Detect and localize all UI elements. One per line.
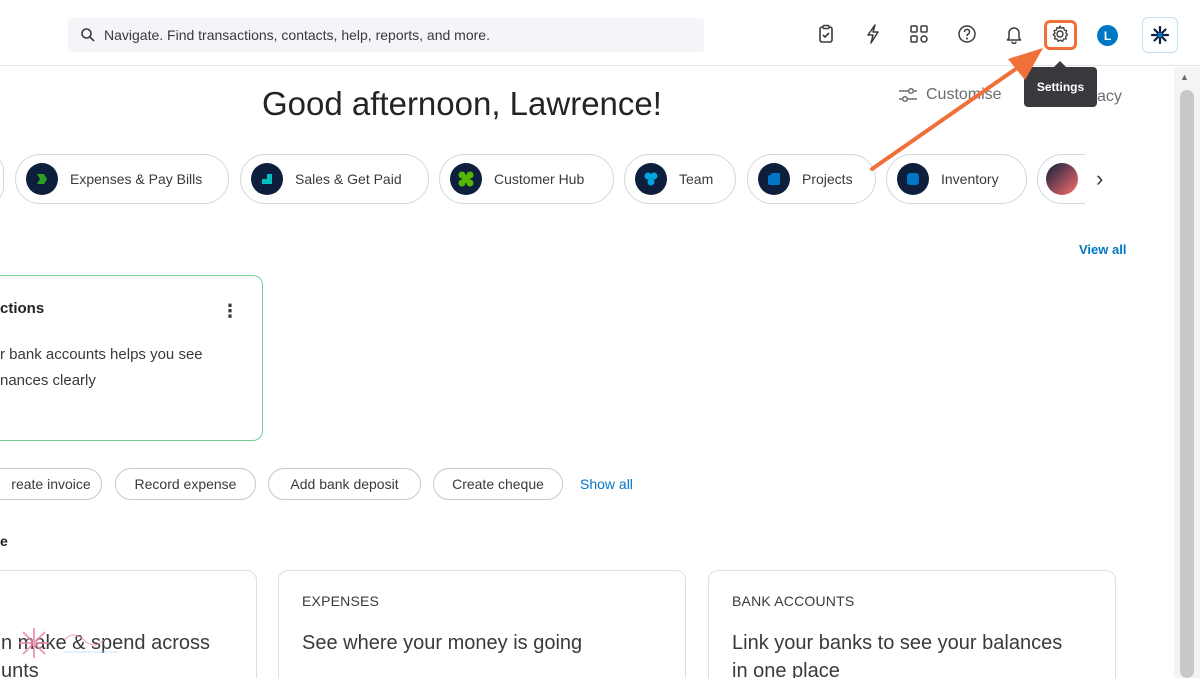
task-card-description: r bank accounts helps you see nances cle… bbox=[0, 342, 240, 394]
avatar-initial: L bbox=[1103, 28, 1112, 43]
task-card-title: ctions bbox=[0, 300, 45, 317]
sparkle-icon bbox=[1150, 25, 1170, 45]
privacy-toggle-label[interactable]: acy bbox=[1097, 88, 1122, 106]
chip-label: Customer Hub bbox=[494, 171, 585, 187]
shortcut-label: reate invoice bbox=[11, 476, 91, 492]
insight-card-expenses[interactable]: EXPENSES See where your money is going bbox=[278, 570, 686, 678]
projects-app-icon bbox=[758, 163, 790, 195]
customer-hub-app-icon bbox=[450, 163, 482, 195]
shortcut-label: Add bank deposit bbox=[290, 476, 399, 492]
scrollbar-thumb[interactable] bbox=[1180, 90, 1194, 678]
card-label: BANK ACCOUNTS bbox=[732, 593, 855, 609]
bell-icon[interactable] bbox=[1003, 23, 1025, 45]
chip-expenses[interactable]: Expenses & Pay Bills bbox=[15, 154, 229, 204]
clipboard-icon[interactable] bbox=[815, 23, 837, 45]
expenses-app-icon bbox=[26, 163, 58, 195]
view-all-link[interactable]: View all bbox=[1079, 242, 1126, 257]
watermark-logo bbox=[19, 628, 117, 658]
customise-button[interactable]: Customise bbox=[898, 86, 1002, 104]
team-app-icon bbox=[635, 163, 667, 195]
chip-label: Sales & Get Paid bbox=[295, 171, 402, 187]
settings-highlight bbox=[1044, 20, 1077, 50]
settings-tooltip: Settings bbox=[1024, 61, 1097, 107]
inventory-app-icon bbox=[897, 163, 929, 195]
section-heading: e bbox=[0, 533, 8, 549]
shortcut-record-expense[interactable]: Record expense bbox=[115, 468, 256, 500]
card-text: Link your banks to see your balances in … bbox=[732, 629, 1062, 678]
chip-label: Inventory bbox=[941, 171, 999, 187]
shortcut-create-cheque[interactable]: Create cheque bbox=[433, 468, 563, 500]
page-title: Good afternoon, Lawrence! bbox=[262, 85, 662, 122]
chip-team[interactable]: Team bbox=[624, 154, 736, 204]
search-input[interactable]: Navigate. Find transactions, contacts, h… bbox=[68, 18, 704, 52]
chip-inventory[interactable]: Inventory bbox=[886, 154, 1027, 204]
card-text: See where your money is going bbox=[302, 632, 583, 654]
more-options-icon[interactable]: ⋮ bbox=[221, 301, 239, 322]
chip-customer-hub[interactable]: Customer Hub bbox=[439, 154, 614, 204]
chip-projects[interactable]: Projects bbox=[747, 154, 876, 204]
show-all-link[interactable]: Show all bbox=[580, 476, 633, 492]
chip-label: Projects bbox=[802, 171, 853, 187]
card-text-line1: Link your banks to see your balances bbox=[732, 632, 1063, 654]
card-label: EXPENSES bbox=[302, 593, 380, 609]
scroll-up-icon[interactable]: ▲ bbox=[1180, 72, 1189, 82]
shortcut-create-invoice[interactable]: reate invoice bbox=[0, 468, 102, 500]
app-partial-icon bbox=[1046, 163, 1078, 195]
avatar[interactable]: L bbox=[1097, 25, 1118, 46]
assistant-button[interactable] bbox=[1142, 17, 1178, 53]
shortcut-label: Create cheque bbox=[452, 476, 544, 492]
sales-app-icon bbox=[251, 163, 283, 195]
card-text-line2: in one place bbox=[732, 660, 840, 678]
task-card-desc-line2: nances clearly bbox=[0, 372, 96, 389]
chip-partial-right[interactable] bbox=[1037, 154, 1085, 204]
customise-label: Customise bbox=[926, 86, 1002, 103]
task-card-desc-line1: r bank accounts helps you see bbox=[0, 346, 203, 363]
chip-label: Team bbox=[679, 171, 714, 187]
apps-icon[interactable] bbox=[908, 23, 930, 45]
chip-label: Expenses & Pay Bills bbox=[70, 171, 203, 187]
sliders-icon bbox=[899, 87, 917, 103]
top-bar: Navigate. Find transactions, contacts, h… bbox=[0, 0, 1200, 66]
search-icon bbox=[81, 28, 95, 42]
insight-card-bank-accounts[interactable]: BANK ACCOUNTS Link your banks to see you… bbox=[708, 570, 1116, 678]
shortcut-add-bank-deposit[interactable]: Add bank deposit bbox=[268, 468, 421, 500]
lightning-icon[interactable] bbox=[862, 23, 884, 45]
chip-sales[interactable]: Sales & Get Paid bbox=[240, 154, 429, 204]
chevron-right-icon[interactable]: › bbox=[1096, 166, 1103, 192]
shortcut-label: Record expense bbox=[134, 476, 237, 492]
search-placeholder: Navigate. Find transactions, contacts, h… bbox=[104, 27, 490, 43]
help-icon[interactable] bbox=[956, 23, 978, 45]
